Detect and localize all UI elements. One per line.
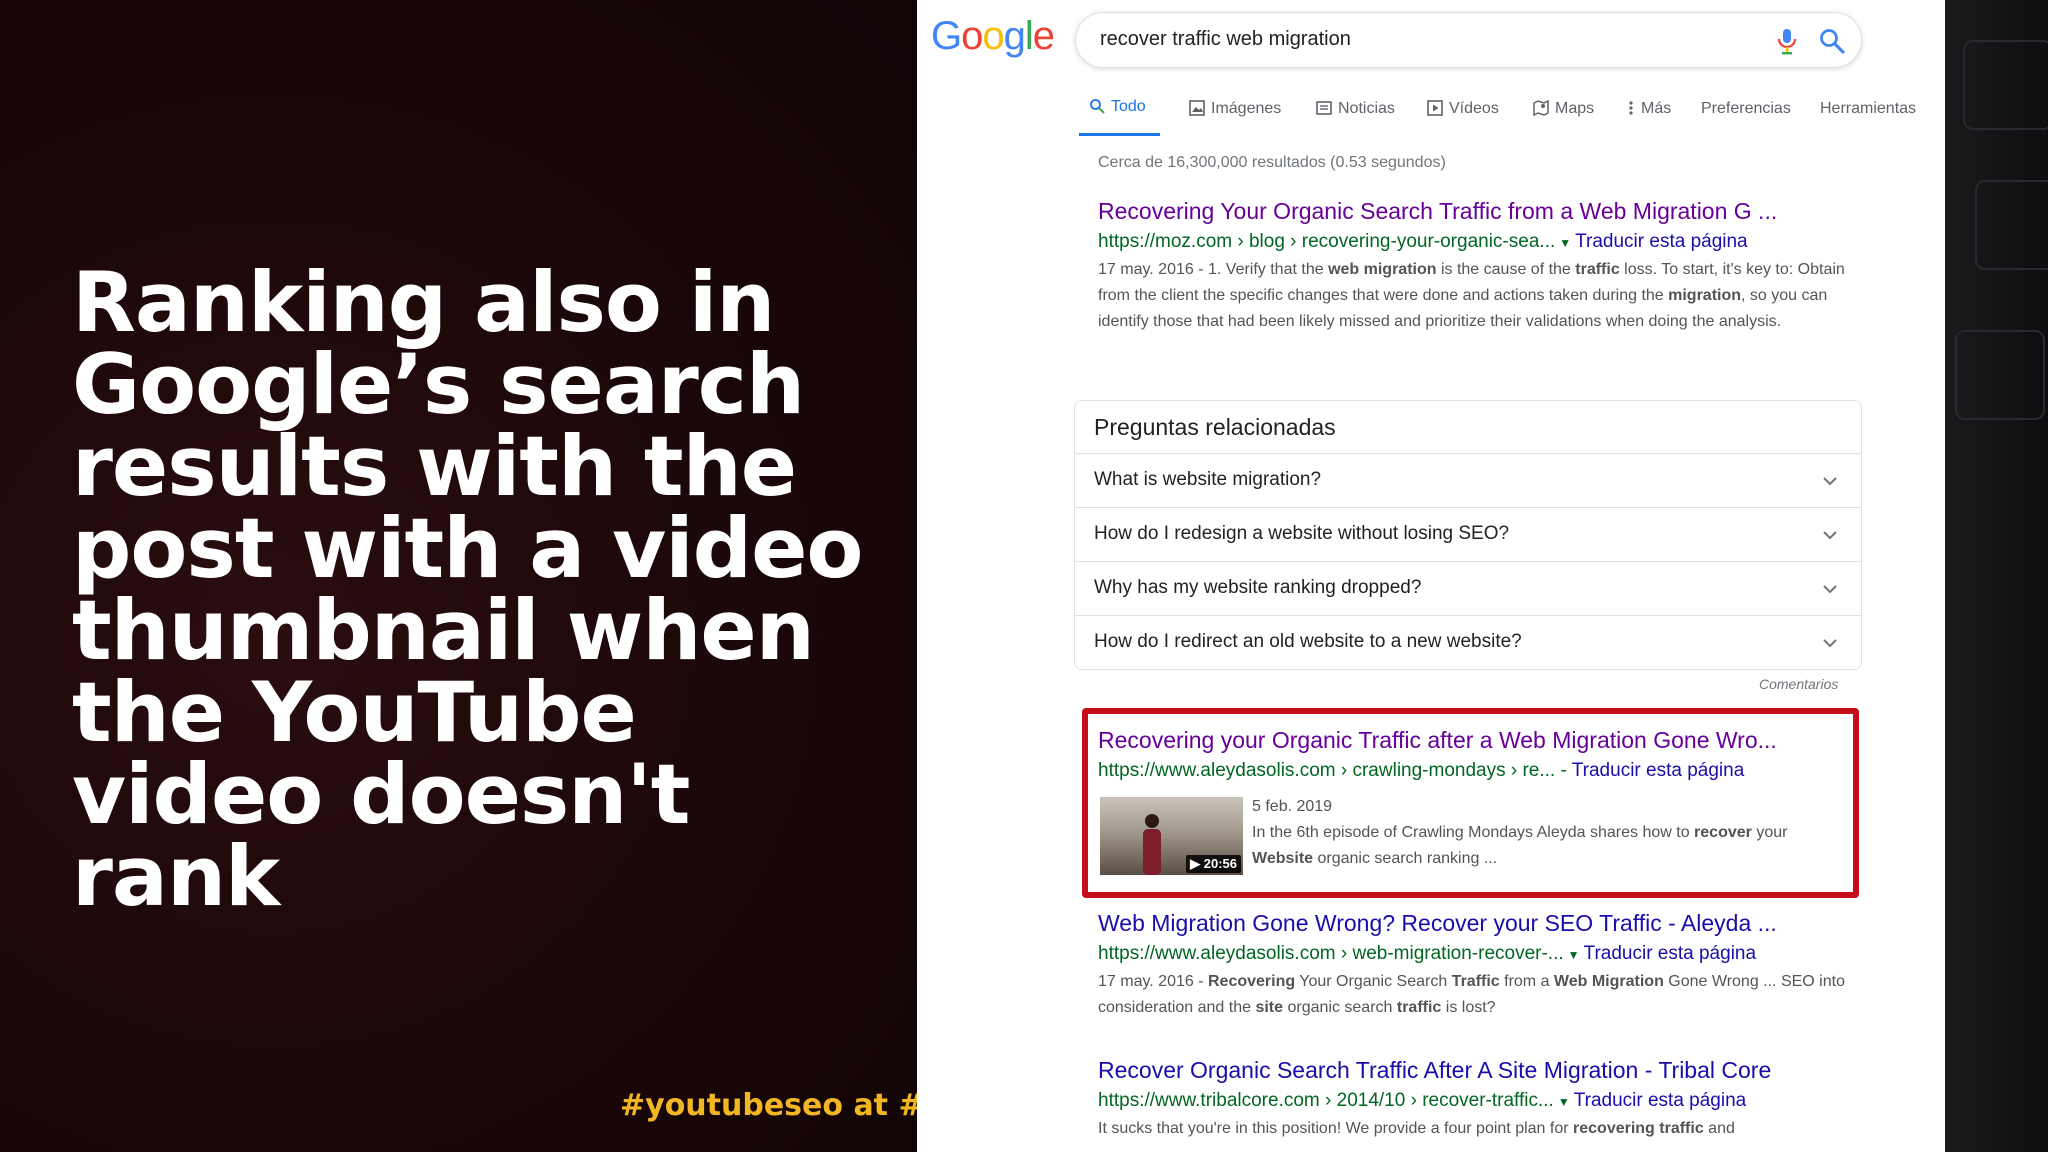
related-question[interactable]: How do I redirect an old website to a ne… (1075, 615, 1861, 669)
result-url-text[interactable]: https://www.aleydasolis.com › web-migrat… (1098, 943, 1564, 964)
result-date: 5 feb. 2019 (1252, 798, 1333, 815)
keyboard-key (1955, 330, 2045, 420)
result-date: 17 may. 2016 (1098, 261, 1194, 278)
search-result: Recovering Your Organic Search Traffic f… (1098, 198, 1858, 335)
search-result: Recover Organic Search Traffic After A S… (1098, 1057, 1858, 1142)
search-input[interactable] (1100, 28, 1720, 51)
tab-herramientas[interactable]: Herramientas (1820, 100, 1916, 140)
translate-link[interactable]: Traducir esta página (1572, 760, 1745, 781)
translate-link[interactable]: Traducir esta página (1575, 231, 1748, 252)
tab-noticias[interactable]: Noticias (1316, 100, 1395, 140)
result-snippet: It sucks that you're in this position! W… (1098, 1120, 1735, 1137)
caret-down-icon[interactable]: ▼ (1568, 948, 1580, 962)
result-url-text[interactable]: https://www.aleydasolis.com › crawling-m… (1098, 760, 1555, 781)
translate-link[interactable]: Traducir esta página (1574, 1090, 1747, 1111)
result-url: https://moz.com › blog › recovering-your… (1098, 231, 1858, 253)
search-icon (1090, 99, 1105, 114)
video-duration: ▶ 20:56 (1186, 855, 1241, 873)
result-url-text[interactable]: https://moz.com › blog › recovering-your… (1098, 231, 1555, 252)
result-title-link[interactable]: Recover Organic Search Traffic After A S… (1098, 1057, 1858, 1084)
chevron-down-icon (1823, 531, 1837, 540)
tab-label: Preferencias (1701, 100, 1791, 117)
more-vert-icon (1629, 101, 1633, 115)
keyboard-key (1963, 40, 2048, 130)
question-text: How do I redesign a website without losi… (1094, 523, 1510, 544)
keyboard-edge (1945, 0, 2048, 1152)
tab-label: Más (1641, 100, 1672, 117)
tab-label: Vídeos (1449, 100, 1499, 117)
search-result-video: Recovering your Organic Traffic after a … (1098, 727, 1858, 782)
related-questions-title: Preguntas relacionadas (1094, 414, 1336, 440)
result-snippet: In the 6th episode of Crawling Mondays A… (1252, 824, 1788, 867)
question-text: How do I redirect an old website to a ne… (1094, 631, 1522, 652)
image-icon (1189, 100, 1205, 116)
tab-mas[interactable]: Más (1627, 100, 1671, 140)
slide-hashtag: #youtubeseo at #smx (620, 1088, 917, 1123)
result-url: https://www.aleydasolis.com › web-migrat… (1098, 943, 1858, 965)
map-icon (1533, 100, 1549, 116)
result-title-link[interactable]: Web Migration Gone Wrong? Recover your S… (1098, 910, 1858, 937)
result-snippet: 17 may. 2016 - 1. Verify that the web mi… (1098, 261, 1845, 330)
news-icon (1316, 101, 1332, 115)
chevron-down-icon (1823, 585, 1837, 594)
result-url: https://www.tribalcore.com › 2014/10 › r… (1098, 1090, 1858, 1112)
related-question[interactable]: Why has my website ranking dropped? (1075, 561, 1861, 615)
slide-headline: Ranking also in Google’s search results … (72, 254, 863, 925)
video-icon (1427, 100, 1443, 116)
tab-label: Maps (1555, 100, 1595, 117)
result-stats: Cerca de 16,300,000 resultados (0.53 seg… (1098, 154, 1446, 171)
related-question[interactable]: How do I redesign a website without losi… (1075, 507, 1861, 561)
video-thumbnail[interactable]: ▶ 20:56 (1100, 797, 1243, 875)
tab-imagenes-item[interactable]: Imágenes (1189, 100, 1281, 140)
slide-background: Ranking also in Google’s search results … (0, 0, 917, 1152)
question-text: What is website migration? (1094, 469, 1322, 490)
related-questions: Preguntas relacionadas What is website m… (1074, 400, 1862, 670)
result-date: 17 may. 2016 (1098, 973, 1194, 990)
google-serp: Google Todo Imágenes Noticias Vídeos (917, 0, 1945, 1152)
chevron-down-icon (1823, 639, 1837, 648)
tab-todo[interactable]: Todo (1079, 98, 1160, 138)
search-box (1075, 12, 1862, 68)
keyboard-key (1975, 180, 2048, 270)
related-question[interactable]: What is website migration? (1075, 453, 1861, 507)
tab-maps[interactable]: Maps (1533, 100, 1594, 140)
tab-label: Herramientas (1820, 100, 1917, 117)
result-title-link[interactable]: Recovering your Organic Traffic after a … (1098, 727, 1858, 754)
result-url-text[interactable]: https://www.tribalcore.com › 2014/10 › r… (1098, 1090, 1554, 1111)
tab-label: Imágenes (1211, 100, 1282, 117)
chevron-down-icon (1823, 477, 1837, 486)
caret-down-icon[interactable]: ▼ (1558, 1095, 1570, 1109)
tab-preferencias[interactable]: Preferencias (1701, 100, 1791, 140)
tab-label: Todo (1111, 98, 1146, 115)
mic-icon[interactable] (1776, 27, 1798, 55)
translate-link[interactable]: Traducir esta página (1584, 943, 1757, 964)
presenter-figure (1143, 814, 1161, 875)
result-snippet: 17 may. 2016 - Recovering Your Organic S… (1098, 973, 1845, 1016)
video-meta: 5 feb. 2019 In the 6th episode of Crawli… (1252, 790, 1852, 872)
search-icon[interactable] (1818, 27, 1846, 55)
tab-label: Noticias (1338, 100, 1395, 117)
tab-videos[interactable]: Vídeos (1427, 100, 1499, 140)
result-title-link[interactable]: Recovering Your Organic Search Traffic f… (1098, 198, 1858, 225)
result-url: https://www.aleydasolis.com › crawling-m… (1098, 760, 1745, 781)
feedback-link[interactable]: Comentarios (1759, 676, 1838, 692)
google-logo[interactable]: Google (931, 14, 1055, 59)
caret-down-icon[interactable]: ▼ (1559, 236, 1571, 250)
search-result: Web Migration Gone Wrong? Recover your S… (1098, 910, 1858, 1021)
question-text: Why has my website ranking dropped? (1094, 577, 1422, 598)
